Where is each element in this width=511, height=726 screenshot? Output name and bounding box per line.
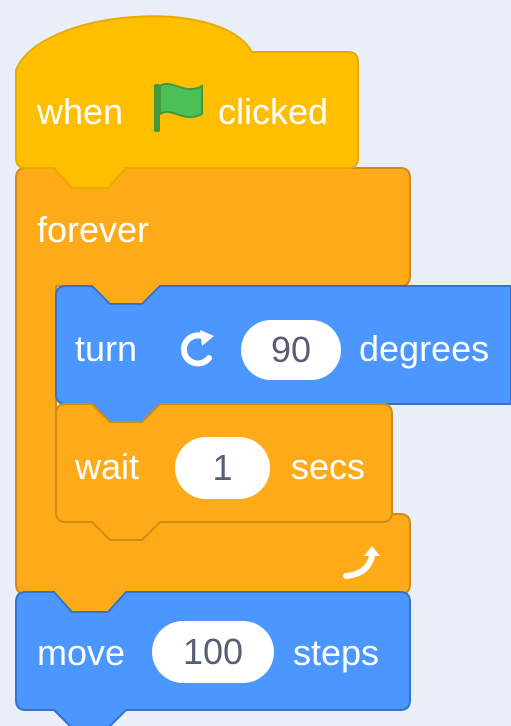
forever-label: forever bbox=[37, 209, 150, 250]
wait-label: wait bbox=[75, 446, 140, 487]
scratch-code-area[interactable]: when clicked forever turn 90 degrees wai… bbox=[0, 0, 511, 726]
steps-label: steps bbox=[293, 632, 380, 673]
when-label: when bbox=[37, 91, 124, 132]
secs-label: secs bbox=[291, 446, 366, 487]
wait-secs-input[interactable]: 1 bbox=[175, 437, 270, 499]
clicked-label: clicked bbox=[218, 91, 329, 132]
move-steps-input[interactable]: 100 bbox=[152, 621, 274, 683]
turn-label: turn bbox=[75, 328, 138, 369]
move-label: move bbox=[37, 632, 126, 673]
degrees-label: degrees bbox=[359, 328, 490, 369]
turn-degrees-input[interactable]: 90 bbox=[241, 320, 341, 380]
